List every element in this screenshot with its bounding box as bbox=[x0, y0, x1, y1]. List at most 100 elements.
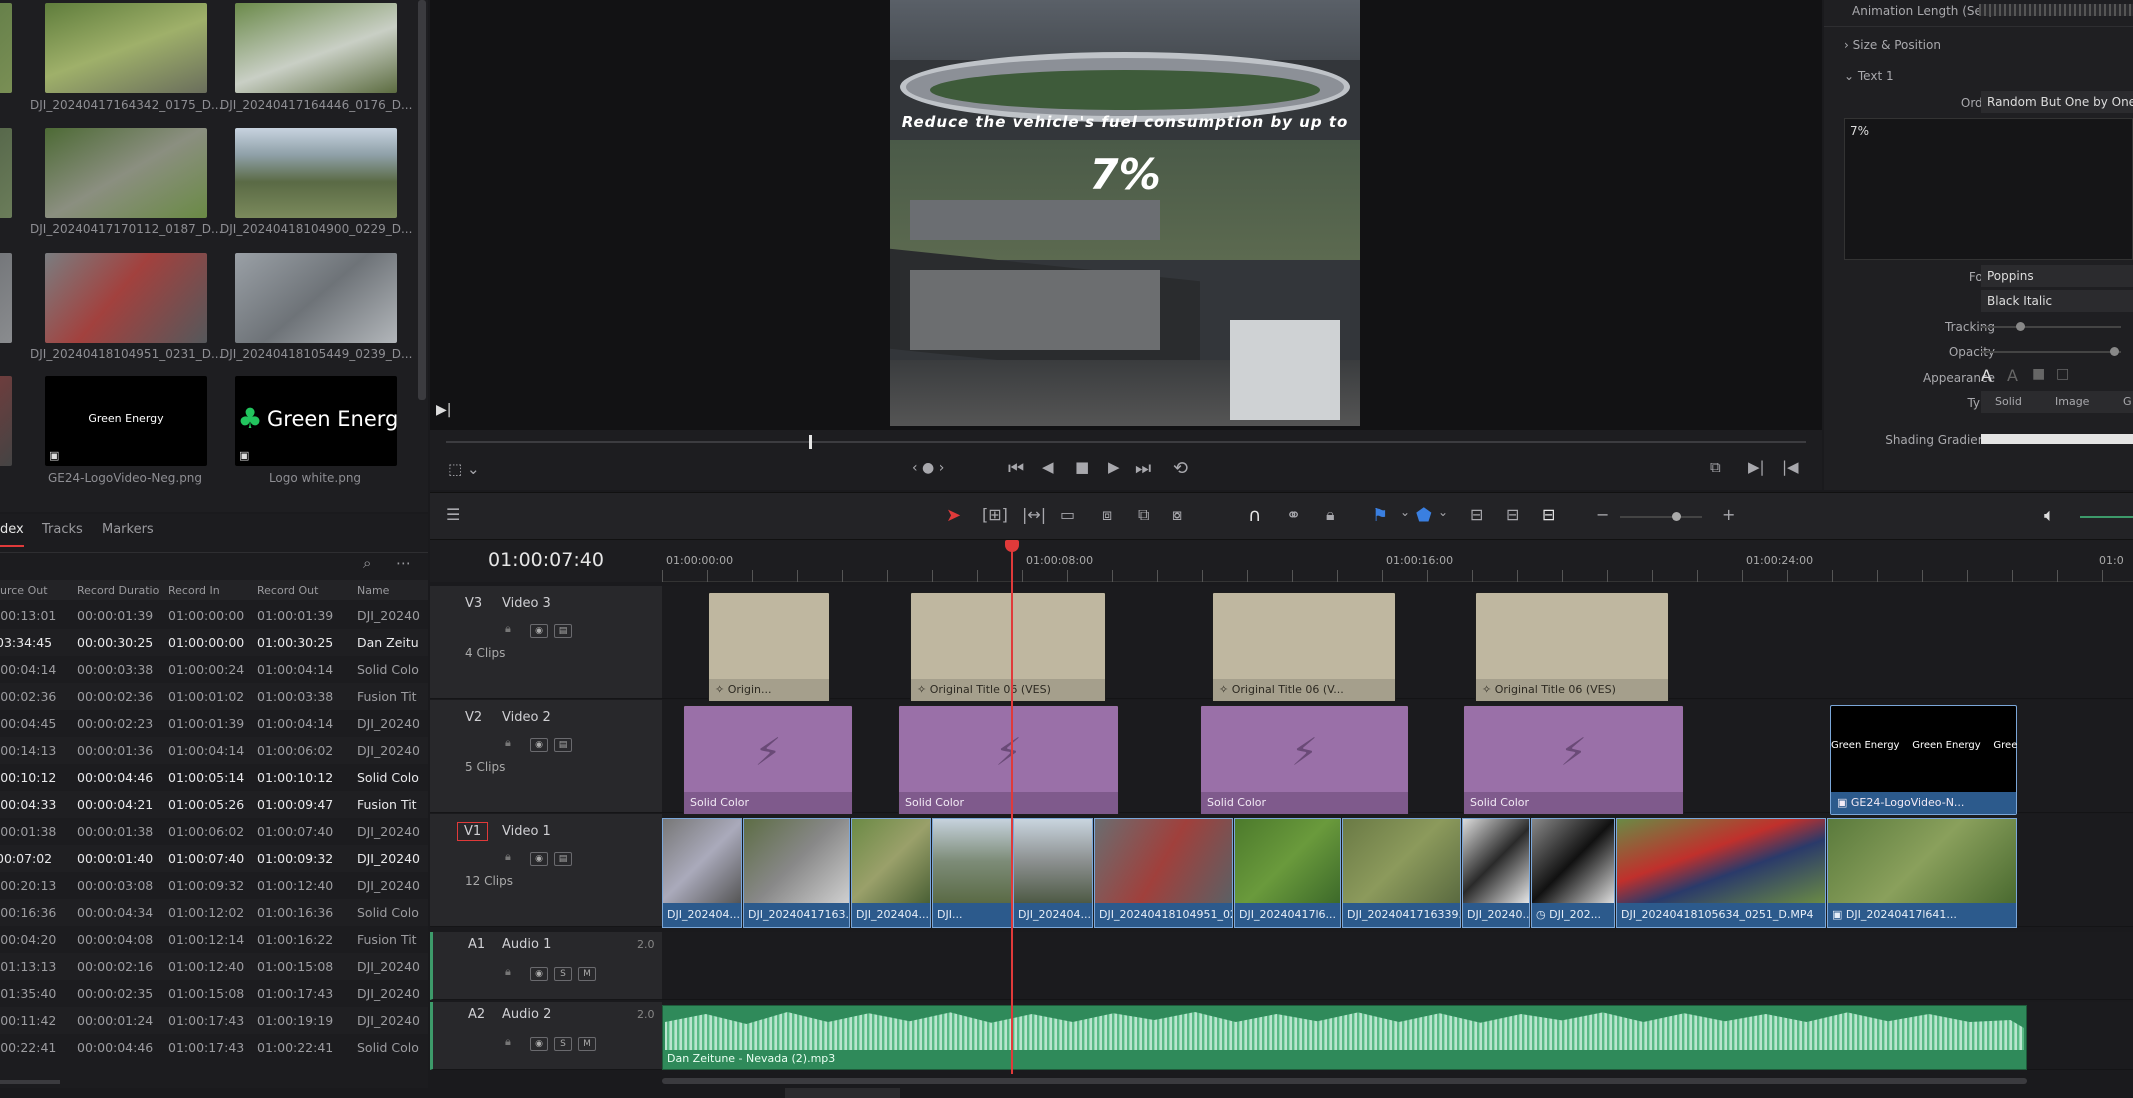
table-row[interactable]: :00:13:01 00:00:01:39 01:00:00:00 01:00:01:… bbox=[0, 602, 428, 629]
opacity-slider[interactable] bbox=[1981, 351, 2121, 353]
chevron-down-icon[interactable]: ⌄ bbox=[1400, 505, 1410, 519]
video-clip[interactable]: ◷ DJI_202... bbox=[1531, 818, 1615, 928]
solid-color-clip[interactable]: ⚡︎ Solid Color bbox=[1463, 705, 1684, 815]
replace-clip-icon[interactable]: ⧇ bbox=[1172, 505, 1182, 525]
lane-v3[interactable] bbox=[662, 586, 2133, 699]
lock-icon[interactable]: 🔒︎ bbox=[505, 1035, 511, 1049]
media-thumb-partial[interactable] bbox=[0, 376, 12, 466]
zoom-out-icon[interactable]: − bbox=[1596, 505, 1609, 524]
video-clip[interactable]: DJI_202404... bbox=[662, 818, 742, 928]
text-content-field[interactable]: 7% bbox=[1844, 118, 2133, 260]
tab-markers[interactable]: Markers bbox=[102, 522, 154, 537]
font-style-dropdown[interactable]: Black Italic bbox=[1981, 290, 2133, 312]
title-clip[interactable]: ✧ Original Title 06 (VES) bbox=[1475, 592, 1669, 702]
table-row[interactable]: :00:01:38 00:00:01:38 01:00:06:02 01:00:07:… bbox=[0, 818, 428, 845]
audio-clip[interactable]: Dan Zeitune - Nevada (2).mp3 bbox=[662, 1005, 2027, 1070]
audio-controls[interactable]: ◉ S M bbox=[530, 1035, 602, 1051]
trim-tool-icon[interactable]: [⊞] bbox=[982, 505, 1008, 524]
flag-icon[interactable]: ⚑ bbox=[1372, 505, 1388, 526]
video-clip[interactable]: DJI_202404... bbox=[1013, 818, 1093, 928]
next-edit-icon[interactable]: ▶| bbox=[1748, 458, 1765, 476]
table-row[interactable]: :00:02:36 00:00:02:36 01:00:01:02 01:00:03:… bbox=[0, 683, 428, 710]
lock-icon[interactable]: 🔒︎ bbox=[505, 622, 511, 636]
lock-icon[interactable]: 🔒︎ bbox=[505, 965, 511, 979]
video-clip[interactable]: DJI_20240... bbox=[1462, 818, 1530, 928]
media-thumb-partial[interactable] bbox=[0, 128, 12, 218]
more-options-icon[interactable]: ⋯ bbox=[396, 554, 411, 572]
media-thumb-clip[interactable] bbox=[45, 253, 207, 343]
shading-gradient-bar[interactable] bbox=[1981, 434, 2133, 444]
zoom-slider[interactable] bbox=[1620, 516, 1702, 518]
tracking-slider-knob[interactable] bbox=[2016, 322, 2025, 331]
appearance-background-icon[interactable]: □ bbox=[2056, 366, 2069, 382]
video-clip[interactable]: DJI_20240417163393... bbox=[1342, 818, 1461, 928]
zoom-in-icon[interactable]: + bbox=[1722, 505, 1735, 524]
title-clip[interactable]: ✧ Origin... bbox=[708, 592, 830, 702]
link-icon[interactable]: ⚭ bbox=[1286, 505, 1301, 526]
insert-clip-icon[interactable]: ⧈ bbox=[1102, 505, 1112, 525]
selection-tool-icon[interactable]: ➤ bbox=[946, 505, 961, 526]
order-dropdown[interactable]: Random But One by One bbox=[1981, 91, 2133, 113]
table-row[interactable]: :00:22:41 00:00:04:46 01:00:17:43 01:00:22:… bbox=[0, 1034, 428, 1061]
col-record-in[interactable]: Record In bbox=[168, 584, 220, 597]
timeline-scrollbar[interactable] bbox=[662, 1078, 2027, 1084]
table-row[interactable]: :01:35:40 00:00:02:35 01:00:15:08 01:00:17:… bbox=[0, 980, 428, 1007]
audio-controls[interactable]: ◉ S M bbox=[530, 965, 602, 981]
snapping-icon[interactable]: ∩ bbox=[1248, 505, 1261, 526]
col-record-duration[interactable]: Record Duratio bbox=[77, 584, 159, 597]
dynamic-trim-icon[interactable]: |↔| bbox=[1022, 505, 1046, 524]
type-gradient[interactable]: G bbox=[2123, 395, 2132, 408]
table-row[interactable]: :01:13:13 00:00:02:16 01:00:12:40 01:00:15:… bbox=[0, 953, 428, 980]
media-thumb-clip[interactable] bbox=[235, 253, 397, 343]
type-solid[interactable]: Solid bbox=[1995, 395, 2022, 408]
type-image[interactable]: Image bbox=[2055, 395, 2089, 408]
lock-icon[interactable]: 🔒︎ bbox=[505, 736, 511, 750]
media-thumb-clip[interactable] bbox=[45, 128, 207, 218]
type-segmented[interactable]: Solid Image G bbox=[1981, 391, 2133, 413]
previous-edit-icon[interactable]: |◀ bbox=[1782, 458, 1799, 476]
timeline-options-icon[interactable]: ☰ bbox=[446, 505, 460, 524]
timecode-display[interactable]: 01:00:07:40 bbox=[488, 549, 604, 571]
media-thumb-logo[interactable]: ♣ Green Energy ▣ bbox=[235, 376, 397, 466]
scrub-playhead[interactable] bbox=[809, 435, 813, 449]
loop-icon[interactable]: ⟲ bbox=[1173, 458, 1188, 479]
tab-edit-index[interactable]: dex bbox=[0, 522, 24, 547]
edit-page-tab[interactable] bbox=[785, 1088, 900, 1098]
title-clip[interactable]: ✧ Original Title 06 (V... bbox=[1212, 592, 1396, 702]
crop-icon[interactable]: ⬚ ⌄ bbox=[448, 460, 480, 478]
video-clip[interactable]: DJI_20240417163... bbox=[743, 818, 850, 928]
size-position-section[interactable]: › Size & Position bbox=[1844, 38, 1941, 52]
text1-section[interactable]: ⌄ Text 1 bbox=[1844, 69, 1894, 83]
table-row[interactable]: 03:34:45 00:00:30:25 01:00:00:00 01:00:30:2… bbox=[0, 629, 428, 656]
lane-a1[interactable] bbox=[662, 932, 2133, 1000]
search-icon[interactable]: ⌕ bbox=[363, 554, 371, 572]
volume-slider[interactable] bbox=[2080, 516, 2133, 518]
play-reverse-icon[interactable]: ◀ bbox=[1042, 458, 1054, 476]
table-row[interactable]: :00:14:13 00:00:01:36 01:00:04:14 01:00:06:… bbox=[0, 737, 428, 764]
lock-icon[interactable]: 🔒︎ bbox=[1326, 505, 1335, 525]
zoom-custom-icon[interactable]: ⊟ bbox=[1542, 505, 1555, 524]
animation-length-slider[interactable] bbox=[1979, 4, 2133, 16]
table-row[interactable]: :00:04:14 00:00:03:38 01:00:00:24 01:00:04:… bbox=[0, 656, 428, 683]
solid-color-clip[interactable]: ⚡︎ Solid Color bbox=[683, 705, 853, 815]
video-clip[interactable]: DJI... bbox=[932, 818, 1012, 928]
col-name[interactable]: Name bbox=[357, 584, 389, 597]
media-thumb-partial[interactable] bbox=[0, 253, 12, 343]
track-header-v3[interactable]: V3 Video 3 🔒︎ ◉ ▤ 4 Clips bbox=[430, 586, 662, 699]
video-clip[interactable]: ▣ DJI_20240417l641... bbox=[1827, 818, 2017, 928]
appearance-outline-icon[interactable]: A bbox=[2007, 366, 2018, 385]
lock-icon[interactable]: 🔒︎ bbox=[505, 850, 511, 864]
opacity-slider-knob[interactable] bbox=[2110, 347, 2119, 356]
media-thumb-clip[interactable] bbox=[235, 128, 397, 218]
zoom-detail-icon[interactable]: ⊟ bbox=[1506, 505, 1519, 524]
tracking-slider[interactable] bbox=[1981, 326, 2121, 328]
table-row[interactable]: 00:07:02 00:00:01:40 01:00:07:40 01:00:09:3… bbox=[0, 845, 428, 872]
appearance-shadow-icon[interactable]: ■ bbox=[2032, 366, 2045, 382]
media-thumb-clip[interactable] bbox=[45, 3, 207, 93]
auto-select-icon[interactable]: ◉ ▤ bbox=[530, 736, 578, 752]
table-row[interactable]: :00:04:20 00:00:04:08 01:00:12:14 01:00:16:… bbox=[0, 926, 428, 953]
table-row[interactable]: :00:20:13 00:00:03:08 01:00:09:32 01:00:12:… bbox=[0, 872, 428, 899]
logo-clip[interactable]: Green Energy Green Energy Green Energy ▣… bbox=[1830, 705, 2018, 815]
solid-color-clip[interactable]: ⚡︎ Solid Color bbox=[898, 705, 1119, 815]
zoom-full-icon[interactable]: ⊟ bbox=[1470, 505, 1483, 524]
